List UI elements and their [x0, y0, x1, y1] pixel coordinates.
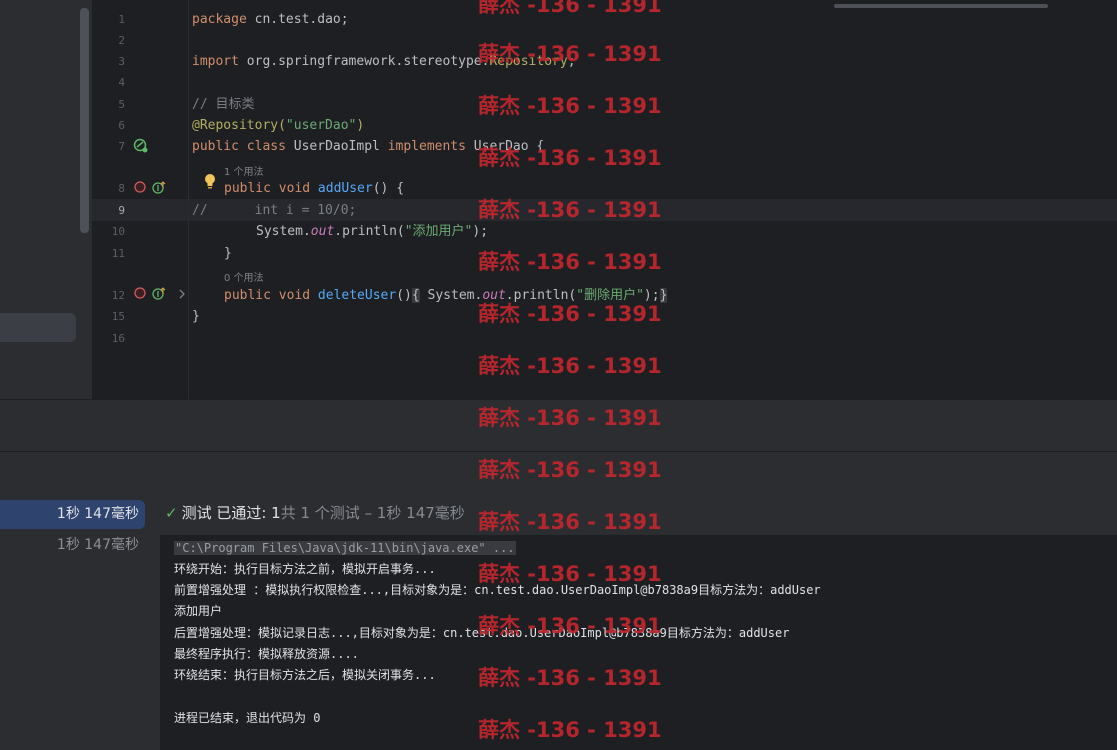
- code-line-11: }: [224, 246, 232, 261]
- code-token: );: [472, 224, 489, 239]
- code-token: System.: [419, 288, 483, 303]
- line-number: 1: [118, 13, 125, 26]
- watermark-text: 薛杰 -136 - 1391: [478, 666, 662, 690]
- gutter-separator: [188, 0, 189, 399]
- code-token: public void: [224, 181, 311, 196]
- watermark-text: 薛杰 -136 - 1391: [478, 146, 662, 170]
- code-line-9: // int i = 10/0;: [192, 203, 357, 218]
- watermark-text: 薛杰 -136 - 1391: [478, 0, 662, 17]
- line-number: 10: [111, 225, 125, 238]
- console-line: 环绕开始：执行目标方法之前，模拟开启事务...: [174, 562, 436, 576]
- code-token: package: [192, 12, 247, 27]
- code-token: .println(: [505, 288, 577, 303]
- console-command[interactable]: "C:\Program Files\Java\jdk-11\bin\java.e…: [174, 541, 516, 555]
- line-number: 3: [118, 55, 125, 68]
- code-token: implements: [387, 139, 466, 154]
- console-line: 最终程序执行：模拟释放资源....: [174, 647, 359, 661]
- line-number: 8: [118, 182, 125, 195]
- code-token: ): [356, 118, 365, 133]
- line-number: 7: [118, 140, 125, 153]
- watermark-text: 薛杰 -136 - 1391: [478, 42, 662, 66]
- watermark-text: 薛杰 -136 - 1391: [478, 302, 662, 326]
- code-token: org.springframework.stereotype.: [238, 54, 490, 69]
- code-token: deleteUser: [317, 288, 397, 303]
- watermark-text: 薛杰 -136 - 1391: [478, 250, 662, 274]
- test-tree-item[interactable]: 1秒 147毫秒: [0, 531, 145, 560]
- watermark-text: 薛杰 -136 - 1391: [478, 458, 662, 482]
- lightbulb-icon[interactable]: [202, 172, 218, 190]
- usage-hint[interactable]: 1 个用法: [224, 163, 264, 178]
- console-line: 添加用户: [174, 604, 223, 618]
- code-token: import: [192, 54, 239, 69]
- spring-bean-icon[interactable]: [133, 138, 149, 154]
- test-status: ✓ 测试 已通过: 1共 1 个测试 – 1秒 147毫秒: [165, 502, 465, 524]
- watermark-text: 薛杰 -136 - 1391: [478, 198, 662, 222]
- code-token: public void: [224, 288, 311, 303]
- code-token: class: [246, 139, 286, 154]
- line-number: 16: [111, 332, 125, 345]
- code-token: out: [310, 224, 335, 239]
- check-icon: ✓: [165, 504, 178, 522]
- code-line-6: @Repository("userDao"): [192, 115, 364, 136]
- code-line-15: }: [192, 309, 200, 324]
- code-token: System.: [256, 224, 311, 239]
- code-token: out: [482, 288, 506, 303]
- code-token: public: [192, 139, 239, 154]
- watermark-text: 薛杰 -136 - 1391: [478, 718, 662, 742]
- code-token: .println(: [334, 224, 405, 239]
- editor-horizontal-scrollbar[interactable]: [834, 4, 1048, 8]
- code-token: cn.test.dao;: [246, 12, 349, 27]
- fold-chevron-icon[interactable]: [178, 289, 186, 299]
- test-tree-item-selected[interactable]: 1秒 147毫秒: [0, 500, 145, 529]
- line-number: 2: [118, 34, 125, 47]
- watermark-text: 薛杰 -136 - 1391: [478, 510, 662, 534]
- usage-hint[interactable]: 0 个用法: [224, 269, 264, 284]
- aop-advice-icon[interactable]: [133, 180, 167, 196]
- console-line[interactable]: "C:\Program Files\Java\jdk-11\bin\java.e…: [174, 538, 516, 559]
- code-token: addUser: [317, 181, 373, 196]
- code-token: "userDao": [285, 118, 357, 133]
- code-line-5: // 目标类: [192, 97, 255, 112]
- watermark-text: 薛杰 -136 - 1391: [478, 354, 662, 378]
- code-line-1: package cn.test.dao;: [192, 9, 349, 30]
- line-number-current: 9: [118, 204, 125, 217]
- project-panel-scrollbar[interactable]: [80, 8, 89, 233]
- console-line: 进程已结束，退出代码为 0: [174, 711, 321, 725]
- status-passed-count: 1: [271, 504, 281, 522]
- line-number: 15: [111, 310, 125, 323]
- status-summary: 共 1 个测试 – 1秒 147毫秒: [280, 504, 465, 522]
- status-passed-label: 测试 已通过:: [181, 504, 272, 522]
- aop-advice-icon[interactable]: [133, 286, 167, 302]
- watermark-text: 薛杰 -136 - 1391: [478, 406, 662, 430]
- code-token: UserDaoImpl: [285, 139, 388, 154]
- folded-region[interactable]: {: [411, 288, 420, 303]
- watermark-text: 薛杰 -136 - 1391: [478, 94, 662, 118]
- line-number: 4: [118, 76, 125, 89]
- code-token: () {: [372, 181, 405, 196]
- code-token: );: [643, 288, 660, 303]
- watermark-text: 薛杰 -136 - 1391: [478, 562, 662, 586]
- code-token: "删除用户": [576, 288, 644, 303]
- line-number: 11: [111, 247, 125, 260]
- line-number: 6: [118, 119, 125, 132]
- code-line-10: System.out.println("添加用户");: [256, 221, 488, 242]
- folded-region[interactable]: }: [659, 288, 668, 303]
- project-panel-selected-item[interactable]: [0, 313, 76, 342]
- line-number: 5: [118, 98, 125, 111]
- watermark-text: 薛杰 -136 - 1391: [478, 614, 662, 638]
- code-token: "添加用户": [404, 224, 473, 239]
- code-line-8: public void addUser() {: [224, 178, 404, 199]
- code-token: (): [396, 288, 412, 303]
- console-line: 环绕结束：执行目标方法之后，模拟关闭事务...: [174, 668, 436, 682]
- code-token: @Repository(: [192, 118, 286, 133]
- line-number: 12: [111, 289, 125, 302]
